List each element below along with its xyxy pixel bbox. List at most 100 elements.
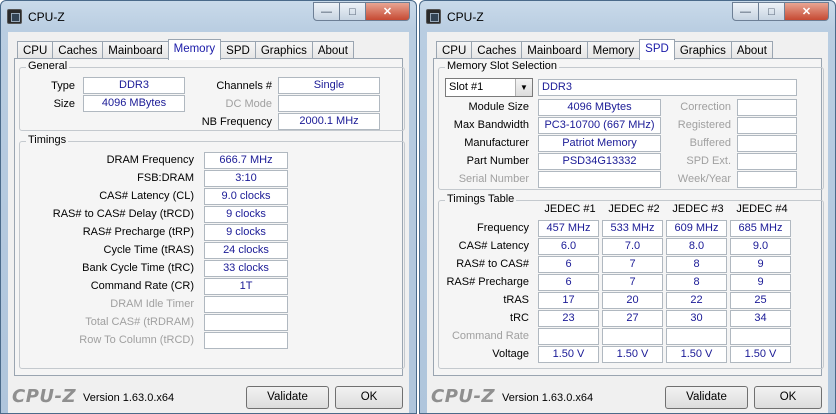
timing-cell: 30 [666,310,727,327]
window-client: CPU Caches Mainboard Memory SPD Graphics… [427,32,828,413]
tab-memory[interactable]: Memory [167,39,222,60]
timing-value [204,296,288,313]
dc-mode-value [278,95,380,112]
timing-cell: 7 [602,256,663,273]
title-bar[interactable]: CPU-Z — □ ✕ [1,1,416,32]
close-button[interactable]: ✕ [785,2,829,21]
timing-cell: 9 [730,274,791,291]
jedec-header: JEDEC #4 [736,203,788,215]
week-year-label: Week/Year [677,173,731,185]
timing-label: DRAM Frequency [106,154,194,166]
window-title: CPU-Z [28,10,65,24]
timing-cell: 20 [602,292,663,309]
buffered-label: Buffered [689,137,731,149]
timing-label: RAS# Precharge (tRP) [82,226,194,238]
general-group-label: General [26,60,70,72]
timing-cell [666,328,727,345]
memory-slot-selection-group: Memory Slot Selection Slot #1 ▼ DDR3 Mod… [438,60,824,190]
dc-mode-label: DC Mode [225,98,272,110]
serial-number-value [538,171,661,188]
jedec-header: JEDEC #3 [672,203,724,215]
timing-cell: 1.50 V [602,346,663,363]
ok-button[interactable]: OK [335,386,403,409]
timing-value: 9 clocks [204,224,288,241]
max-bandwidth-value: PC3-10700 (667 MHz) [538,117,661,134]
timing-row-label: CAS# Latency [458,240,529,252]
timing-cell: 25 [730,292,791,309]
timings-table-group: Timings Table JEDEC #1 JEDEC #2 JEDEC #3… [438,193,824,369]
close-icon: ✕ [382,6,393,18]
timing-cell: 457 MHz [538,220,599,237]
timing-cell [730,328,791,345]
timing-label: DRAM Idle Timer [110,298,194,310]
tab-strip: CPU Caches Mainboard Memory SPD Graphics… [17,39,354,60]
minimize-button[interactable]: — [732,2,759,21]
cpuz-brand-logo: CPU-Z [12,386,77,407]
validate-button[interactable]: Validate [665,386,748,409]
tab-strip: CPU Caches Mainboard Memory SPD Graphics… [436,39,773,60]
timing-value: 1T [204,278,288,295]
title-bar[interactable]: CPU-Z — □ ✕ [420,1,835,32]
maximize-button[interactable]: □ [759,2,785,21]
close-button[interactable]: ✕ [366,2,410,21]
timing-label: Row To Column (tRCD) [79,334,194,346]
timing-label: Cycle Time (tRAS) [103,244,194,256]
jedec-header: JEDEC #1 [544,203,596,215]
version-text: Version 1.63.0.x64 [502,392,594,404]
manufacturer-value: Patriot Memory [538,135,661,152]
minimize-icon: — [740,5,751,18]
registered-label: Registered [677,119,731,131]
timing-value: 33 clocks [204,260,288,277]
maximize-icon: □ [768,5,775,18]
timing-label: Command Rate (CR) [90,280,194,292]
spd-panel: Memory Slot Selection Slot #1 ▼ DDR3 Mod… [433,58,824,376]
timing-cell: 609 MHz [666,220,727,237]
maximize-icon: □ [349,5,356,18]
slot-select[interactable]: Slot #1 ▼ [445,78,533,97]
timing-cell [602,328,663,345]
general-group: General Type DDR3 Size 4096 MBytes Chann… [19,60,405,131]
tab-spd[interactable]: SPD [639,39,675,60]
timing-label: FSB:DRAM [137,172,194,184]
timing-cell: 27 [602,310,663,327]
manufacturer-label: Manufacturer [464,137,529,149]
max-bandwidth-label: Max Bandwidth [453,119,529,131]
timing-cell: 22 [666,292,727,309]
timing-value: 24 clocks [204,242,288,259]
channels-value: Single [278,77,380,94]
slot-memory-type: DDR3 [538,79,797,96]
timing-value: 9 clocks [204,206,288,223]
timing-row-label: RAS# to CAS# [456,258,529,270]
part-number-label: Part Number [466,155,529,167]
timing-cell: 8.0 [666,238,727,255]
timings-group-label: Timings [26,134,69,146]
timing-cell: 6.0 [538,238,599,255]
window-client: CPU Caches Mainboard Memory SPD Graphics… [8,32,409,413]
timing-cell: 8 [666,256,727,273]
module-size-label: Module Size [468,101,529,113]
size-label: Size [53,98,75,110]
timing-value [204,314,288,331]
serial-number-label: Serial Number [458,173,529,185]
maximize-button[interactable]: □ [340,2,366,21]
spd-ext-value [737,153,797,170]
timing-cell: 8 [666,274,727,291]
timings-table-label: Timings Table [445,193,517,205]
spd-ext-label: SPD Ext. [686,155,731,167]
part-number-value: PSD34G13332 [538,153,661,170]
timing-label: CAS# Latency (CL) [99,190,194,202]
module-size-value: 4096 MBytes [538,99,661,116]
cpuz-brand-logo: CPU-Z [431,386,496,407]
week-year-value [737,171,797,188]
chevron-down-icon: ▼ [515,79,532,96]
timing-cell: 34 [730,310,791,327]
footer-bar: CPU-Z Version 1.63.0.x64 Validate OK [8,381,409,411]
minimize-button[interactable]: — [313,2,340,21]
validate-button[interactable]: Validate [246,386,329,409]
size-value: 4096 MBytes [83,95,185,112]
timing-label: RAS# to CAS# Delay (tRCD) [52,208,194,220]
timing-cell: 6 [538,274,599,291]
footer-bar: CPU-Z Version 1.63.0.x64 Validate OK [427,381,828,411]
ok-button[interactable]: OK [754,386,822,409]
registered-value [737,117,797,134]
